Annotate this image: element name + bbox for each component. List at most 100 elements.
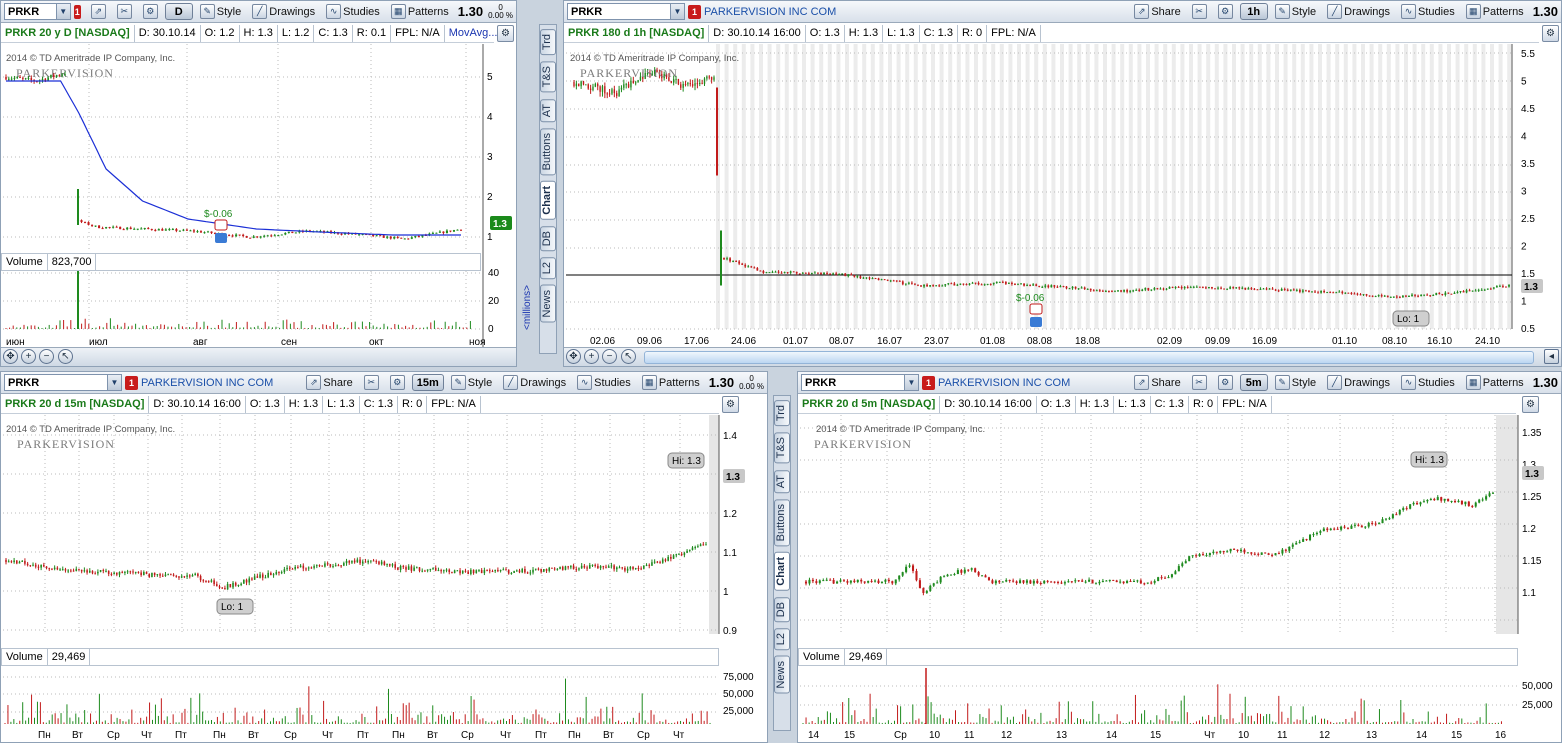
candle — [1071, 286, 1074, 289]
candle — [994, 580, 997, 584]
candle — [653, 561, 656, 563]
price-chart-daily[interactable]: 54321$-0.061.340200июн июл авг сен окт ноя — [1, 1, 517, 367]
tab-trd[interactable]: Trd — [774, 400, 790, 427]
tab-l2[interactable]: L2 — [540, 257, 556, 280]
tab-news[interactable]: News — [774, 656, 790, 694]
tab-tns[interactable]: T&S — [540, 61, 556, 93]
candle — [1371, 522, 1374, 524]
candle — [151, 572, 153, 577]
candle — [580, 81, 582, 87]
candle — [822, 580, 825, 582]
candle — [113, 572, 115, 575]
candle — [613, 89, 616, 94]
candle — [44, 78, 47, 81]
candle — [80, 569, 83, 572]
scroll-arrow-icon[interactable]: ◂ — [1544, 349, 1559, 364]
chart-pane-hourly: PRKR ▼ 1 PARKERVISION INC COM ⇗ Share ✂ ⚙ … — [563, 0, 1562, 367]
candle — [862, 277, 865, 279]
candle — [1038, 285, 1041, 287]
zoom-out-icon[interactable]: − — [39, 349, 54, 364]
candle — [21, 560, 24, 562]
tab-l2[interactable]: L2 — [774, 628, 790, 651]
x-tick-label: Ср — [107, 730, 120, 741]
candle — [630, 80, 632, 88]
candle — [1283, 288, 1286, 290]
candle — [364, 561, 367, 563]
pan-icon[interactable]: ✥ — [3, 349, 18, 364]
y-tick-label: 1.2 — [1522, 524, 1536, 535]
x-tick-label: 15 — [844, 730, 856, 741]
extended-hours-band — [1496, 415, 1518, 634]
cursor-icon[interactable]: ↖ — [621, 349, 636, 364]
candle — [611, 89, 613, 94]
candle — [287, 231, 290, 233]
time-scrollbar[interactable] — [644, 351, 1534, 364]
candle — [443, 570, 445, 572]
candle — [382, 235, 385, 238]
x-tick-label: 10 — [929, 730, 941, 741]
candle — [849, 580, 852, 583]
tab-chart[interactable]: Chart — [540, 181, 556, 220]
chart-pane-daily: PRKR ▼ 1 ⇗ ✂ ⚙ D ✎ Style ╱ Drawings ∿ Studie… — [0, 0, 517, 367]
zoom-out-icon[interactable]: − — [602, 349, 617, 364]
candle — [664, 559, 667, 561]
candle — [545, 569, 548, 571]
candle — [10, 561, 13, 563]
session-band — [1404, 44, 1408, 329]
candle — [403, 238, 406, 240]
candle — [573, 82, 575, 87]
candle — [375, 235, 378, 237]
tab-at[interactable]: AT — [540, 98, 556, 122]
candle — [216, 584, 218, 587]
candle — [318, 565, 321, 567]
candle — [1007, 282, 1010, 284]
session-band — [1481, 44, 1486, 329]
tab-buttons[interactable]: Buttons — [774, 498, 790, 547]
tab-news[interactable]: News — [540, 285, 556, 323]
candle — [859, 276, 862, 279]
tab-db[interactable]: DB — [540, 225, 556, 252]
pan-icon[interactable]: ✥ — [566, 349, 581, 364]
candle — [472, 569, 475, 574]
volume-tick-label: 40 — [488, 268, 500, 279]
candle — [461, 570, 464, 574]
candle — [1419, 502, 1422, 505]
candle — [91, 570, 94, 574]
candle — [853, 580, 856, 583]
y-tick-label: 1.5 — [1521, 269, 1535, 280]
session-band — [1120, 44, 1125, 329]
session-band — [1017, 44, 1021, 329]
candle — [529, 572, 532, 574]
candle — [915, 570, 918, 581]
tab-chart[interactable]: Chart — [774, 552, 790, 591]
candle — [1123, 290, 1125, 292]
candle — [1392, 296, 1395, 298]
candle — [1491, 492, 1495, 494]
candle — [1001, 581, 1004, 583]
candle — [932, 285, 935, 287]
tab-db[interactable]: DB — [774, 596, 790, 623]
candle — [1453, 500, 1457, 503]
x-tick-label: Ср — [637, 730, 650, 741]
candle — [605, 566, 607, 568]
candle — [877, 580, 880, 583]
candle — [750, 266, 753, 268]
tab-buttons[interactable]: Buttons — [540, 127, 556, 176]
candle — [1302, 539, 1305, 542]
tab-at[interactable]: AT — [774, 469, 790, 493]
candle — [1174, 286, 1177, 288]
candle — [543, 569, 545, 572]
tab-tns[interactable]: T&S — [774, 432, 790, 464]
candle — [348, 561, 351, 563]
zoom-in-icon[interactable]: + — [21, 349, 36, 364]
candle — [1350, 292, 1353, 294]
candle — [1412, 502, 1415, 505]
candle — [974, 282, 977, 284]
candle — [604, 86, 606, 94]
zoom-in-icon[interactable]: + — [584, 349, 599, 364]
candle — [1141, 289, 1144, 291]
cursor-icon[interactable]: ↖ — [58, 349, 73, 364]
candle — [1340, 526, 1343, 530]
tab-trd[interactable]: Trd — [540, 29, 556, 56]
candle — [1343, 526, 1346, 528]
